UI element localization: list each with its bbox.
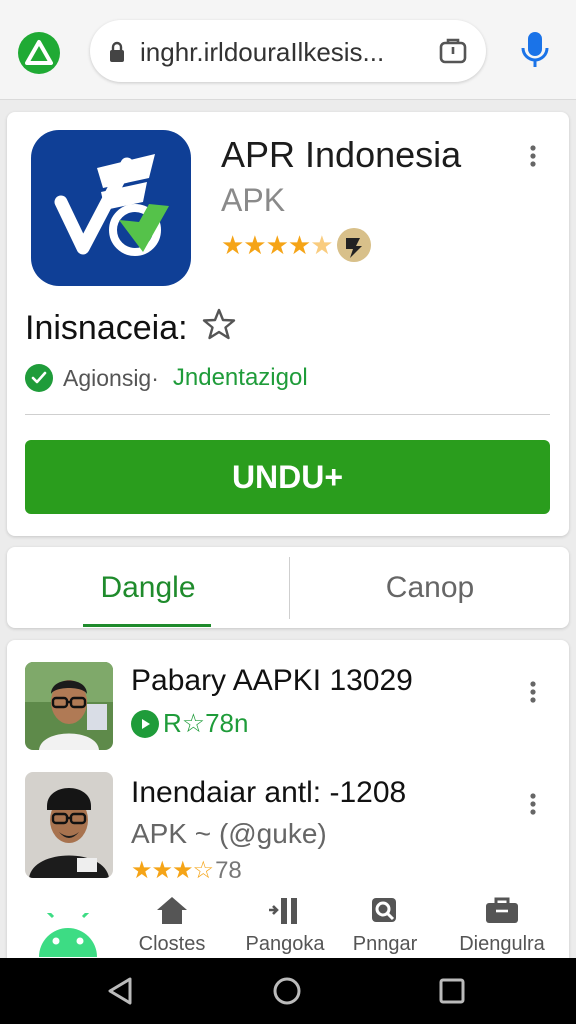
divider <box>25 414 550 415</box>
play-icon <box>131 709 159 738</box>
nav-label: Pangoka <box>245 933 325 955</box>
download-button[interactable]: UNDU+ <box>25 440 550 514</box>
list-item-meta: R☆78n <box>131 708 248 739</box>
tabs-icon[interactable] <box>438 37 468 70</box>
home-circle-icon[interactable] <box>272 976 302 1011</box>
list-item[interactable]: Pabary AAPKI 13029 R☆78n <box>7 658 569 758</box>
nav-item-pangoka[interactable]: Pangoka <box>233 895 337 956</box>
rating-stars: ★★★☆ <box>131 857 214 884</box>
mic-icon[interactable] <box>520 30 550 75</box>
more-vert-icon[interactable] <box>529 792 537 821</box>
list-item-subtitle: APK ~ (@guke) <box>131 818 327 849</box>
address-bar[interactable]: inghr.irldouraIlkesis... <box>90 20 486 82</box>
bars-icon <box>267 895 303 931</box>
app-subtitle: APK <box>221 182 286 218</box>
home-icon <box>155 895 189 931</box>
avatar <box>25 772 113 878</box>
tab-separator <box>289 557 290 619</box>
search-icon <box>369 895 401 931</box>
bottom-navigation: Clostes Pangoka Pnngar Diengulra <box>7 895 569 957</box>
app-rating: ★★★★ ★ <box>221 228 371 262</box>
more-vert-icon[interactable] <box>529 144 537 173</box>
tab-dangle[interactable]: Dangle <box>7 547 289 628</box>
browser-toolbar: inghr.irldouraIlkesis... <box>0 0 576 100</box>
verify-link[interactable]: Jndentazigol <box>173 364 308 392</box>
nav-item-pnngar[interactable]: Pnngar <box>343 895 427 956</box>
list-item-title: Inendaiar antl: -1208 <box>131 776 407 809</box>
list-item-title: Pabary AAPKI 13029 <box>131 664 413 697</box>
half-star-icon: ★ <box>310 229 333 260</box>
recent-apps-icon[interactable] <box>438 976 466 1011</box>
tab-canop[interactable]: Canop <box>291 547 569 628</box>
list-item-meta-text: R☆78n <box>163 708 249 738</box>
rating-stars: ★★★★ <box>221 229 311 260</box>
developer-avatar <box>336 228 371 262</box>
briefcase-icon <box>484 895 520 931</box>
app-icon <box>31 130 191 286</box>
rating-count: 78 <box>215 856 242 884</box>
avatar <box>25 662 113 750</box>
verify-label: Agionsig· <box>63 364 159 391</box>
section-title: Inisnaceia: <box>25 308 236 349</box>
nav-label: Clostes <box>138 933 206 955</box>
tab-bar: Dangle Canop <box>7 547 569 628</box>
system-navigation-bar <box>0 958 576 1024</box>
nav-label: Pnngar <box>352 933 418 955</box>
url-text: inghr.irldouraIlkesis... <box>140 37 385 67</box>
list-item[interactable]: Inendaiar antl: -1208 APK ~ (@guke) ★★★☆… <box>7 770 569 884</box>
verified-check-icon <box>25 364 53 392</box>
more-vert-icon[interactable] <box>529 680 537 709</box>
section-title-text: Inisnaceia: <box>25 309 188 347</box>
back-icon[interactable] <box>106 976 134 1011</box>
nav-item-clostes[interactable]: Clostes <box>129 895 215 956</box>
lock-icon <box>108 41 126 68</box>
favorite-star-icon[interactable] <box>202 308 236 349</box>
app-title: APR Indonesia <box>221 134 462 175</box>
list-item-rating: ★★★☆ 78 <box>131 856 242 885</box>
app-info-card: APR Indonesia APK ★★★★ ★ Inisnaceia: Agi… <box>7 112 569 536</box>
active-tab-indicator <box>83 624 211 627</box>
triangle-logo-icon[interactable] <box>18 32 60 74</box>
android-icon <box>35 909 101 964</box>
verification-row: Agionsig· Jndentazigol <box>25 364 308 392</box>
nav-item-diengulra[interactable]: Diengulra <box>447 895 557 956</box>
nav-label: Diengulra <box>459 933 545 955</box>
